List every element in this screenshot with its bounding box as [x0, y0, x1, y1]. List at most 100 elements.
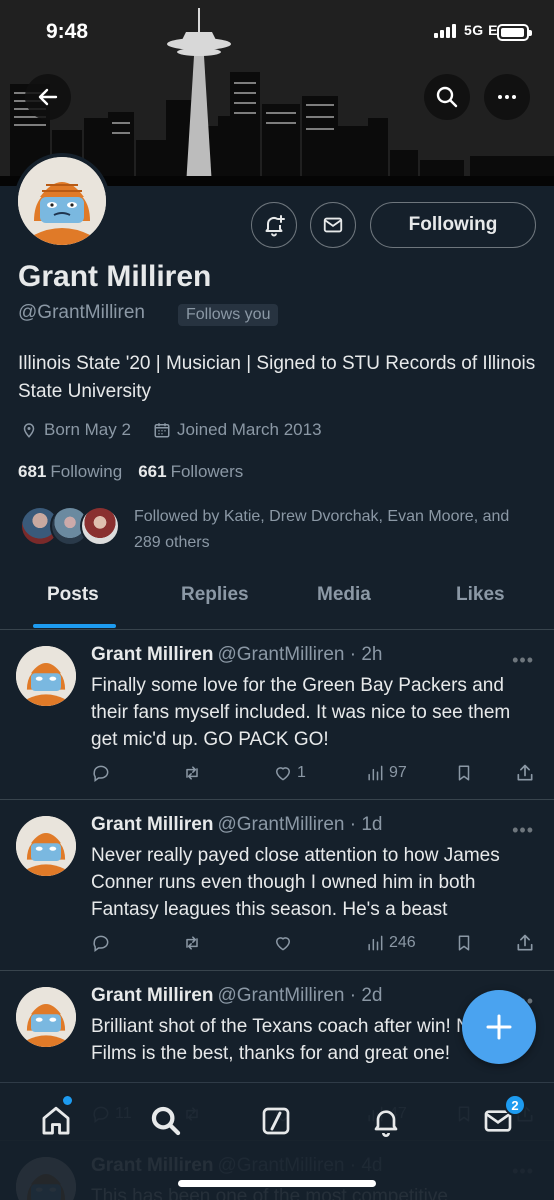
- views-chart-icon: [368, 935, 383, 951]
- bookmark-icon: [458, 935, 470, 951]
- envelope-icon: [323, 217, 343, 233]
- profile-bio: Illinois State '20 | Musician | Signed t…: [18, 353, 536, 402]
- post-author-name[interactable]: Grant Milliren: [91, 644, 213, 665]
- post-header: Grant Milliren @GrantMilliren · 1d: [91, 814, 382, 836]
- follow-counts: 681 Following 661 Followers: [18, 462, 243, 482]
- follows-you-badge: Follows you: [178, 304, 279, 326]
- share-button[interactable]: [515, 933, 535, 953]
- like-button[interactable]: 1: [273, 763, 306, 783]
- post-text: Never really payed close attention to ho…: [91, 845, 500, 920]
- reply-icon: [93, 765, 109, 782]
- post-author-meta: @GrantMilliren · 1d: [217, 814, 383, 835]
- reply-icon: [93, 935, 109, 952]
- post-header: Grant Milliren @GrantMilliren · 2h: [91, 644, 382, 666]
- nav-notifications[interactable]: [366, 1101, 406, 1141]
- messages-badge: 2: [504, 1094, 526, 1116]
- signal-icon: [434, 24, 456, 38]
- heart-icon: [275, 937, 291, 951]
- profile-handle: @GrantMilliren: [18, 302, 145, 323]
- post-more-button[interactable]: •••: [512, 820, 534, 841]
- search-button[interactable]: [424, 74, 470, 120]
- notify-button[interactable]: [251, 202, 297, 248]
- following-count-link[interactable]: 681 Following: [18, 462, 122, 482]
- tab-replies[interactable]: Replies: [181, 584, 249, 606]
- followed-by-text[interactable]: Followed by Katie, Drew Dvorchak, Evan M…: [134, 504, 534, 556]
- post-author-meta: @GrantMilliren · 2d: [217, 985, 383, 1006]
- back-arrow-icon: [38, 88, 58, 106]
- message-button[interactable]: [310, 202, 356, 248]
- post-item[interactable]: Grant Milliren @GrantMilliren · 2h ••• Fina…: [0, 630, 554, 800]
- post-author-name[interactable]: Grant Milliren: [91, 985, 213, 1006]
- avatar-illustration: [16, 987, 76, 1047]
- home-icon: [42, 1106, 70, 1135]
- nav-search[interactable]: [146, 1101, 186, 1141]
- post-avatar[interactable]: [16, 816, 76, 876]
- profile-meta: Born May 2 Joined March 2013: [20, 420, 344, 440]
- post-author-meta: @GrantMilliren · 2h: [217, 644, 383, 665]
- tab-media[interactable]: Media: [317, 584, 371, 606]
- like-button[interactable]: [273, 933, 297, 953]
- views-count: 97: [389, 764, 407, 781]
- bookmark-button[interactable]: [455, 933, 473, 953]
- profile-tabs: Posts Replies Media Likes: [0, 570, 554, 630]
- repost-icon: [186, 766, 198, 780]
- post-more-button[interactable]: •••: [512, 650, 534, 671]
- reply-button[interactable]: [91, 763, 115, 783]
- reply-button[interactable]: [91, 933, 115, 953]
- tab-likes[interactable]: Likes: [456, 584, 505, 606]
- following-button[interactable]: Following: [370, 202, 536, 248]
- avatar-illustration: [18, 157, 106, 245]
- post-author-name[interactable]: Grant Milliren: [91, 814, 213, 835]
- born-info: Born May 2: [20, 420, 131, 440]
- post-avatar[interactable]: [16, 646, 76, 706]
- born-text: Born May 2: [44, 420, 131, 439]
- bell-plus-icon: [265, 215, 285, 237]
- nav-home[interactable]: [36, 1101, 76, 1141]
- post-actions: 1 97: [91, 763, 541, 787]
- home-indicator: [178, 1180, 376, 1187]
- grok-icon: [262, 1107, 290, 1135]
- nav-grok[interactable]: [256, 1101, 296, 1141]
- post-avatar[interactable]: [16, 987, 76, 1047]
- joined-info: Joined March 2013: [153, 420, 322, 440]
- home-unread-dot: [63, 1096, 72, 1105]
- views-button[interactable]: 246: [365, 933, 416, 953]
- compose-post-button[interactable]: [462, 990, 536, 1064]
- search-icon: [436, 86, 458, 108]
- follower-avatar: [80, 506, 120, 546]
- heart-icon: [275, 767, 291, 781]
- avatar-illustration: [16, 646, 76, 706]
- search-icon: [151, 1106, 181, 1136]
- repost-button[interactable]: [181, 933, 207, 953]
- share-button[interactable]: [515, 763, 535, 783]
- bell-icon: [374, 1110, 398, 1137]
- profile-name: Grant Milliren: [18, 260, 212, 293]
- share-icon: [517, 934, 533, 951]
- post-header: Grant Milliren @GrantMilliren · 2d: [91, 985, 382, 1007]
- location-pin-icon: [23, 423, 35, 438]
- back-button[interactable]: [25, 74, 71, 120]
- network-label: 5G E: [464, 22, 498, 38]
- more-options-button[interactable]: [484, 74, 530, 120]
- repost-button[interactable]: [181, 763, 207, 783]
- status-time: 9:48: [46, 20, 89, 43]
- avatar-illustration: [16, 816, 76, 876]
- joined-text: Joined March 2013: [176, 420, 322, 439]
- more-dots-icon: [498, 95, 516, 99]
- bookmark-icon: [458, 765, 470, 781]
- active-tab-indicator: [33, 624, 116, 628]
- status-bar: 9:48 5G E: [0, 0, 554, 66]
- post-text: Finally some love for the Green Bay Pack…: [91, 675, 511, 750]
- tab-posts[interactable]: Posts: [47, 584, 99, 606]
- views-button[interactable]: 97: [365, 763, 407, 783]
- repost-icon: [186, 936, 198, 950]
- followers-count-link[interactable]: 661 Followers: [138, 462, 243, 482]
- battery-icon: [497, 24, 532, 41]
- followed-by-avatars[interactable]: [20, 506, 120, 546]
- profile-avatar[interactable]: [14, 153, 110, 249]
- views-count: 246: [389, 934, 416, 951]
- views-chart-icon: [368, 765, 383, 781]
- post-item[interactable]: Grant Milliren @GrantMilliren · 1d ••• Neve…: [0, 800, 554, 971]
- post-actions: 246: [91, 933, 541, 957]
- bookmark-button[interactable]: [455, 763, 473, 783]
